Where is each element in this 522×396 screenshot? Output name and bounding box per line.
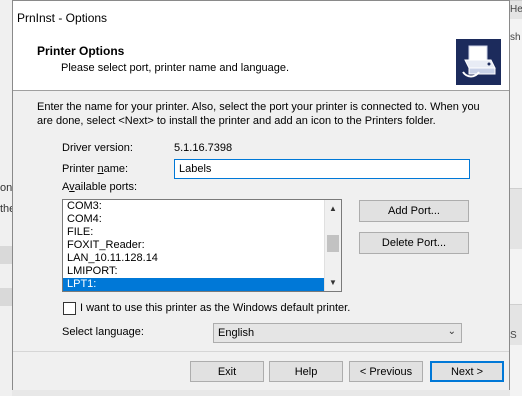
port-item[interactable]: FOXIT_Reader: <box>63 239 325 252</box>
background-text: the <box>0 203 12 215</box>
header-subtitle: Please select port, printer name and lan… <box>61 62 290 74</box>
dialog-footer: Exit Help < Previous Next > <box>13 351 509 390</box>
default-printer-label: I want to use this printer as the Window… <box>80 302 351 314</box>
background-text: Help <box>510 4 522 15</box>
dialog-title: PrnInst - Options <box>17 11 108 25</box>
previous-button[interactable]: < Previous <box>349 361 423 382</box>
printer-icon <box>456 39 501 85</box>
background-panel <box>510 188 522 249</box>
exit-button[interactable]: Exit <box>190 361 264 382</box>
default-printer-checkbox[interactable] <box>63 302 76 315</box>
language-value: English <box>218 327 255 339</box>
intro-text: Enter the name for your printer. Also, s… <box>37 101 480 127</box>
language-select[interactable]: English ⌄ <box>213 323 462 343</box>
header-title: Printer Options <box>37 44 125 58</box>
printer-name-label-part: ame: <box>103 163 129 175</box>
port-item[interactable]: LAN_10.11.128.14 <box>63 252 325 265</box>
port-item[interactable]: COM4: <box>63 213 325 226</box>
ports-label-part: ailable ports: <box>74 181 138 193</box>
dialog-header: Printer Options Please select port, prin… <box>13 35 509 91</box>
next-button[interactable]: Next > <box>430 361 504 382</box>
available-ports-label: Available ports: <box>62 181 137 193</box>
background-window-left <box>0 0 12 396</box>
delete-port-button[interactable]: Delete Port... <box>359 232 469 254</box>
port-item[interactable]: LMIPORT: <box>63 265 325 278</box>
background-text: S <box>510 330 517 341</box>
dialog-titlebar[interactable]: PrnInst - Options <box>13 1 509 35</box>
background-text: on <box>0 182 12 194</box>
scroll-up-icon[interactable]: ▲ <box>325 200 341 217</box>
chevron-down-icon: ⌄ <box>447 326 456 337</box>
driver-version-value: 5.1.16.7398 <box>174 142 233 154</box>
background-stripe <box>0 246 12 264</box>
background-text: sh <box>510 32 521 43</box>
ports-scrollbar[interactable]: ▲ ▼ <box>324 200 341 291</box>
scrollbar-thumb[interactable] <box>327 235 339 252</box>
printer-name-label-part: Printer <box>62 163 98 175</box>
language-label: Select language: <box>62 326 144 338</box>
available-ports-list[interactable]: COM3: COM4: FILE: FOXIT_Reader: LAN_10.1… <box>62 199 342 292</box>
port-item[interactable]: FILE: <box>63 226 325 239</box>
driver-version-label: Driver version: <box>62 142 133 154</box>
add-port-button[interactable]: Add Port... <box>359 200 469 222</box>
printer-name-label: Printer name: <box>62 163 128 175</box>
printer-name-input[interactable] <box>174 159 470 179</box>
port-item-selected[interactable]: LPT1: <box>63 278 325 291</box>
scroll-down-icon[interactable]: ▼ <box>325 274 341 291</box>
port-item[interactable]: COM3: <box>63 200 325 213</box>
help-button[interactable]: Help <box>269 361 343 382</box>
options-dialog: PrnInst - Options Printer Options Please… <box>12 0 510 390</box>
background-stripe <box>0 288 12 306</box>
